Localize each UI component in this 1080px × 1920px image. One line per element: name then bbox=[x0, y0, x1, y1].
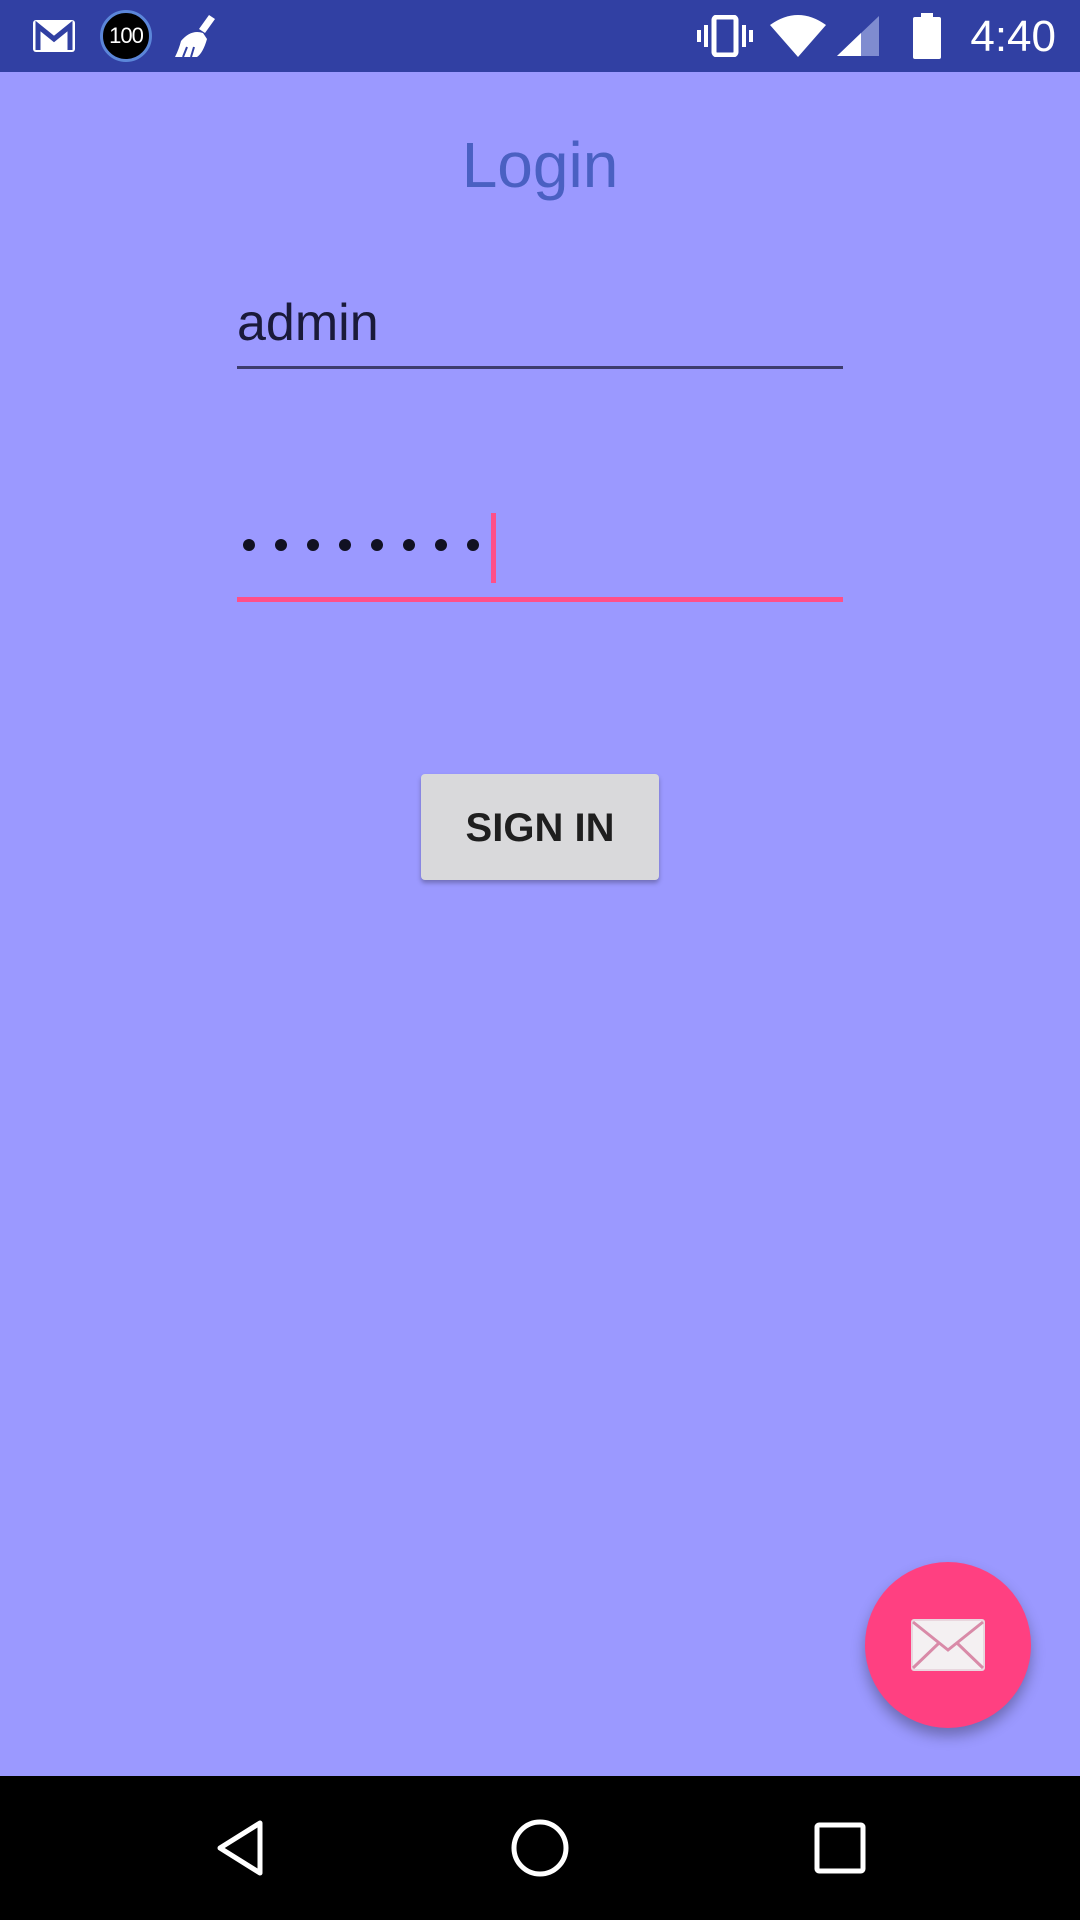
mail-icon bbox=[910, 1618, 986, 1672]
recents-button[interactable] bbox=[768, 1776, 912, 1920]
cleaner-broom-icon bbox=[172, 0, 222, 72]
mail-fab-button[interactable] bbox=[865, 1562, 1031, 1728]
navigation-bar bbox=[0, 1776, 1080, 1920]
back-button[interactable] bbox=[168, 1776, 312, 1920]
page-title: Login bbox=[461, 129, 619, 201]
password-field[interactable] bbox=[237, 505, 843, 602]
status-time: 4:40 bbox=[970, 12, 1056, 61]
username-value: admin bbox=[237, 294, 379, 352]
status-bar: 100 4:40 bbox=[0, 0, 1080, 72]
password-mask-dot bbox=[275, 539, 287, 551]
password-mask-dot bbox=[339, 539, 351, 551]
login-screen: 100 4:40 Login admin SIGN IN bbox=[0, 0, 1080, 1920]
password-mask-dot bbox=[403, 539, 415, 551]
battery-icon bbox=[910, 0, 944, 72]
badge-100-text: 100 bbox=[100, 10, 152, 62]
home-icon bbox=[510, 1818, 570, 1878]
password-mask bbox=[243, 539, 479, 551]
sign-in-button[interactable]: SIGN IN bbox=[421, 774, 659, 880]
back-icon bbox=[212, 1818, 268, 1878]
recents-icon bbox=[814, 1822, 866, 1874]
wifi-icon bbox=[768, 0, 828, 72]
cell-signal-icon bbox=[834, 0, 882, 72]
gmail-icon bbox=[30, 0, 78, 72]
password-mask-dot bbox=[467, 539, 479, 551]
text-cursor bbox=[491, 513, 496, 583]
password-mask-dot bbox=[243, 539, 255, 551]
password-mask-dot bbox=[435, 539, 447, 551]
vibrate-icon bbox=[695, 0, 755, 72]
password-mask-dot bbox=[371, 539, 383, 551]
username-field[interactable]: admin bbox=[237, 290, 843, 369]
badge-100-icon: 100 bbox=[98, 0, 154, 72]
password-mask-dot bbox=[307, 539, 319, 551]
home-button[interactable] bbox=[468, 1776, 612, 1920]
